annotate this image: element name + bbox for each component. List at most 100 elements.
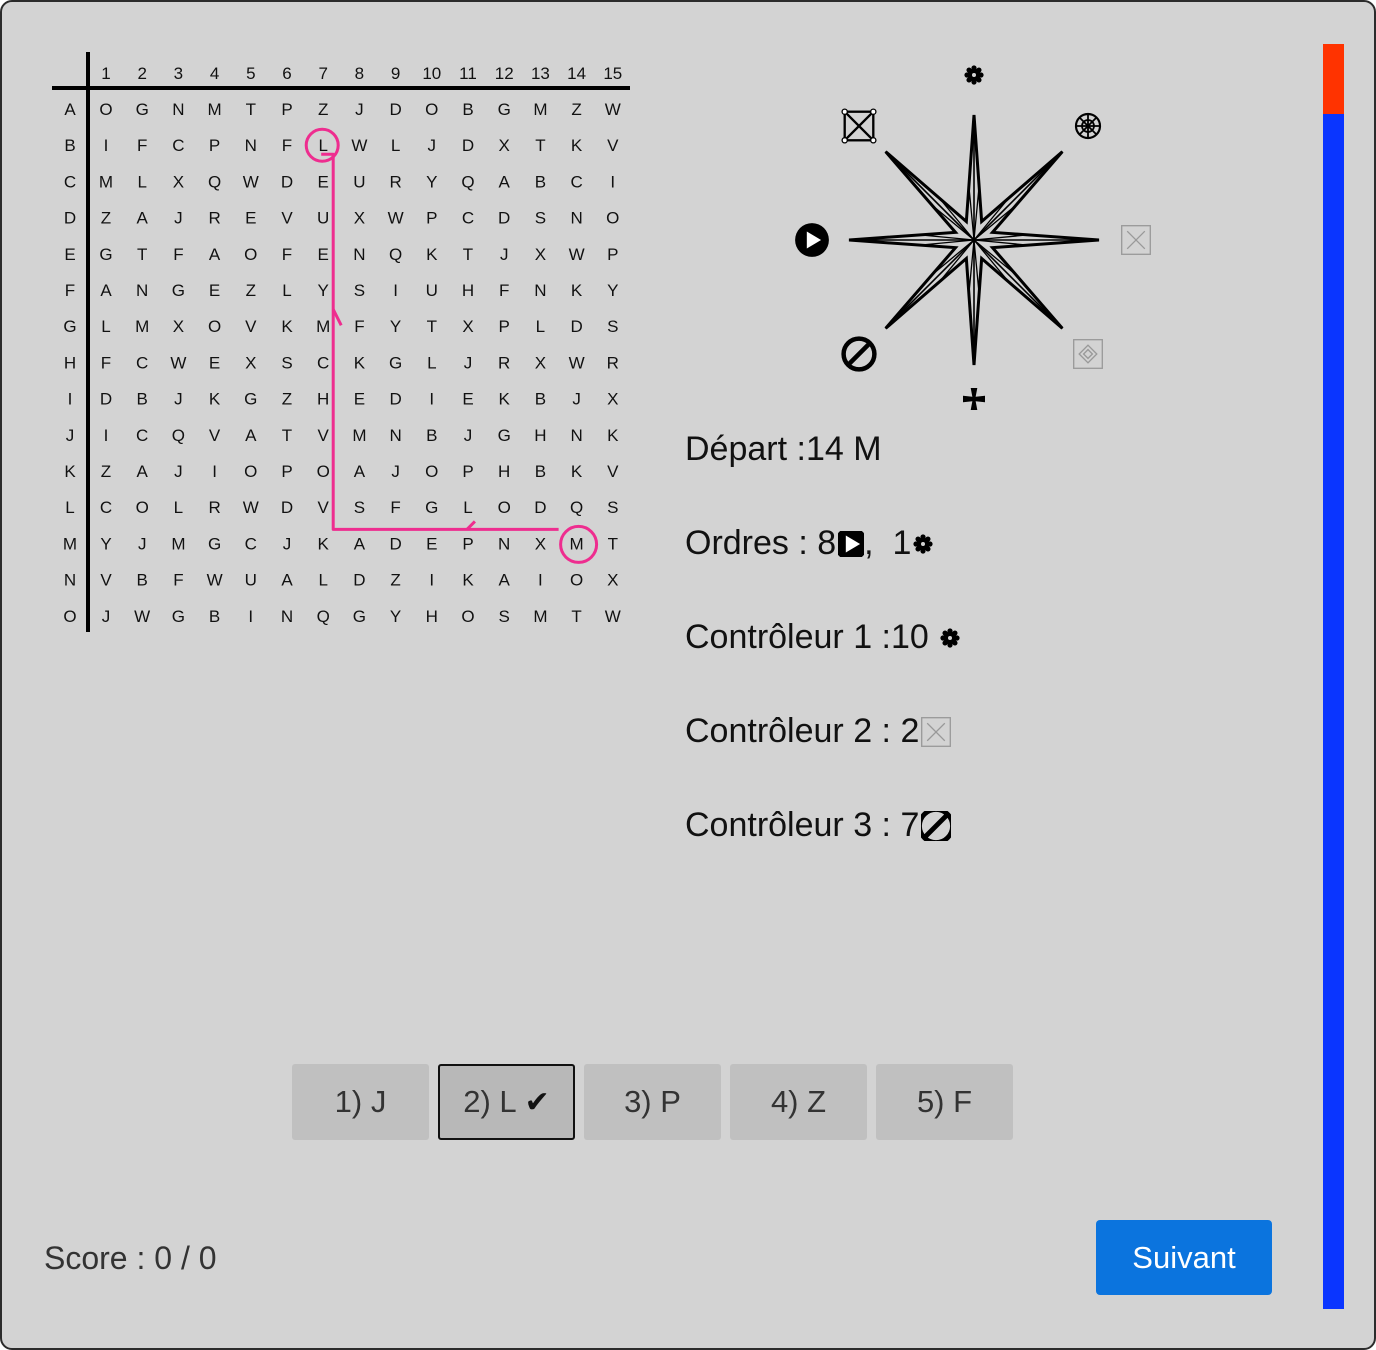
grid-cell: G bbox=[136, 100, 149, 119]
grid-cell: L bbox=[427, 353, 436, 372]
grid-cell: I bbox=[212, 462, 217, 481]
grid-cell: T bbox=[246, 100, 256, 119]
grid-cell: L bbox=[536, 317, 545, 336]
grid-cell: F bbox=[354, 317, 364, 336]
gear-icon bbox=[940, 627, 960, 648]
grid-cell: Y bbox=[318, 281, 329, 300]
grid-cell: M bbox=[352, 426, 366, 445]
grid-cell: S bbox=[354, 281, 365, 300]
column-label: 15 bbox=[603, 64, 622, 83]
grid-cell: F bbox=[499, 281, 509, 300]
column-label: 2 bbox=[137, 64, 146, 83]
grid-cell: G bbox=[172, 607, 185, 626]
grid-cell: R bbox=[208, 498, 220, 517]
grid-cell: R bbox=[498, 353, 510, 372]
grid-cell: B bbox=[137, 390, 148, 409]
choice-4-button[interactable]: 4) Z bbox=[730, 1064, 867, 1140]
grid-cell: W bbox=[243, 498, 259, 517]
grid-cell: G bbox=[244, 390, 257, 409]
gear-icon bbox=[964, 65, 984, 85]
grid-cell: D bbox=[534, 498, 546, 517]
grid-cell: N bbox=[534, 281, 546, 300]
grid-cell: L bbox=[101, 317, 110, 336]
column-label: 1 bbox=[101, 64, 110, 83]
grid-cell: C bbox=[317, 353, 329, 372]
grid-cell: C bbox=[136, 353, 148, 372]
prohibited-icon bbox=[921, 810, 952, 841]
node-box-icon bbox=[841, 108, 877, 144]
grid-cell: G bbox=[172, 281, 185, 300]
grid-cell: S bbox=[281, 353, 292, 372]
grid-cell: J bbox=[174, 209, 183, 228]
row-label: J bbox=[66, 426, 75, 445]
crossed-box-icon bbox=[1121, 225, 1151, 255]
grid-cell: O bbox=[425, 462, 438, 481]
grid-cell: X bbox=[535, 245, 546, 264]
grid-cell: M bbox=[135, 317, 149, 336]
grid-cell: V bbox=[607, 136, 619, 155]
grid-cell: L bbox=[391, 136, 400, 155]
score-text: Score : 0 / 0 bbox=[44, 1240, 217, 1276]
grid-cell: A bbox=[137, 462, 149, 481]
grid-cell: S bbox=[354, 498, 365, 517]
controller-3: Contrôleur 3 : 7 bbox=[685, 806, 952, 845]
grid-cell: B bbox=[535, 462, 546, 481]
grid-cell: C bbox=[462, 209, 474, 228]
wheel-icon bbox=[1074, 112, 1102, 140]
grid-cell: A bbox=[354, 534, 366, 553]
grid-cell: X bbox=[607, 390, 618, 409]
grid-cell: D bbox=[389, 534, 401, 553]
grid-cell: W bbox=[351, 136, 367, 155]
grid-cell: M bbox=[99, 172, 113, 191]
grid-cell: H bbox=[534, 426, 546, 445]
grid-cell: B bbox=[535, 390, 546, 409]
grid-cell: T bbox=[571, 607, 581, 626]
grid-cell: E bbox=[209, 353, 220, 372]
choice-2-button[interactable]: 2) L ✔ bbox=[438, 1064, 575, 1140]
column-label: 4 bbox=[210, 64, 219, 83]
orders: Ordres : 8 , 1 bbox=[685, 524, 934, 563]
grid-cell: A bbox=[354, 462, 366, 481]
grid-cell: V bbox=[281, 209, 293, 228]
grid-cell: J bbox=[174, 390, 183, 409]
cross-pattee-icon bbox=[963, 388, 985, 410]
grid-cell: G bbox=[498, 426, 511, 445]
row-label: A bbox=[64, 100, 76, 119]
grid-cell: N bbox=[353, 245, 365, 264]
grid-cell: E bbox=[245, 209, 256, 228]
grid-cell: G bbox=[208, 534, 221, 553]
grid-cell: J bbox=[391, 462, 400, 481]
grid-cell: W bbox=[569, 353, 585, 372]
grid-cell: B bbox=[209, 607, 220, 626]
choice-3-button[interactable]: 3) P bbox=[584, 1064, 721, 1140]
grid-cell: Q bbox=[317, 607, 330, 626]
play-circle-icon bbox=[795, 223, 829, 257]
grid-cell: T bbox=[608, 534, 618, 553]
prohibited-icon bbox=[921, 810, 952, 841]
grid-cell: F bbox=[101, 353, 111, 372]
grid-cell: K bbox=[607, 426, 619, 445]
grid-cell: E bbox=[462, 390, 473, 409]
row-label: C bbox=[64, 172, 76, 191]
grid-cell: J bbox=[572, 390, 581, 409]
grid-cell: I bbox=[610, 172, 615, 191]
grid-cell: G bbox=[99, 245, 112, 264]
choice-5-button[interactable]: 5) F bbox=[876, 1064, 1013, 1140]
next-button[interactable]: Suivant bbox=[1096, 1220, 1272, 1295]
grid-cell: E bbox=[354, 390, 365, 409]
timer-bar bbox=[1323, 44, 1344, 1309]
grid-cell: L bbox=[318, 571, 327, 590]
grid-cell: P bbox=[281, 100, 292, 119]
row-label: L bbox=[65, 498, 74, 517]
choice-1-button[interactable]: 1) J bbox=[292, 1064, 429, 1140]
column-label: 13 bbox=[531, 64, 550, 83]
grid-cell: S bbox=[607, 498, 618, 517]
grid-cell: A bbox=[499, 571, 511, 590]
grid-cell: A bbox=[209, 245, 221, 264]
grid-cell: X bbox=[499, 136, 510, 155]
grid-cell: N bbox=[498, 534, 510, 553]
grid-cell: W bbox=[569, 245, 585, 264]
grid-cell: A bbox=[100, 281, 112, 300]
grid-cell: W bbox=[207, 571, 223, 590]
grid-cell: P bbox=[499, 317, 510, 336]
